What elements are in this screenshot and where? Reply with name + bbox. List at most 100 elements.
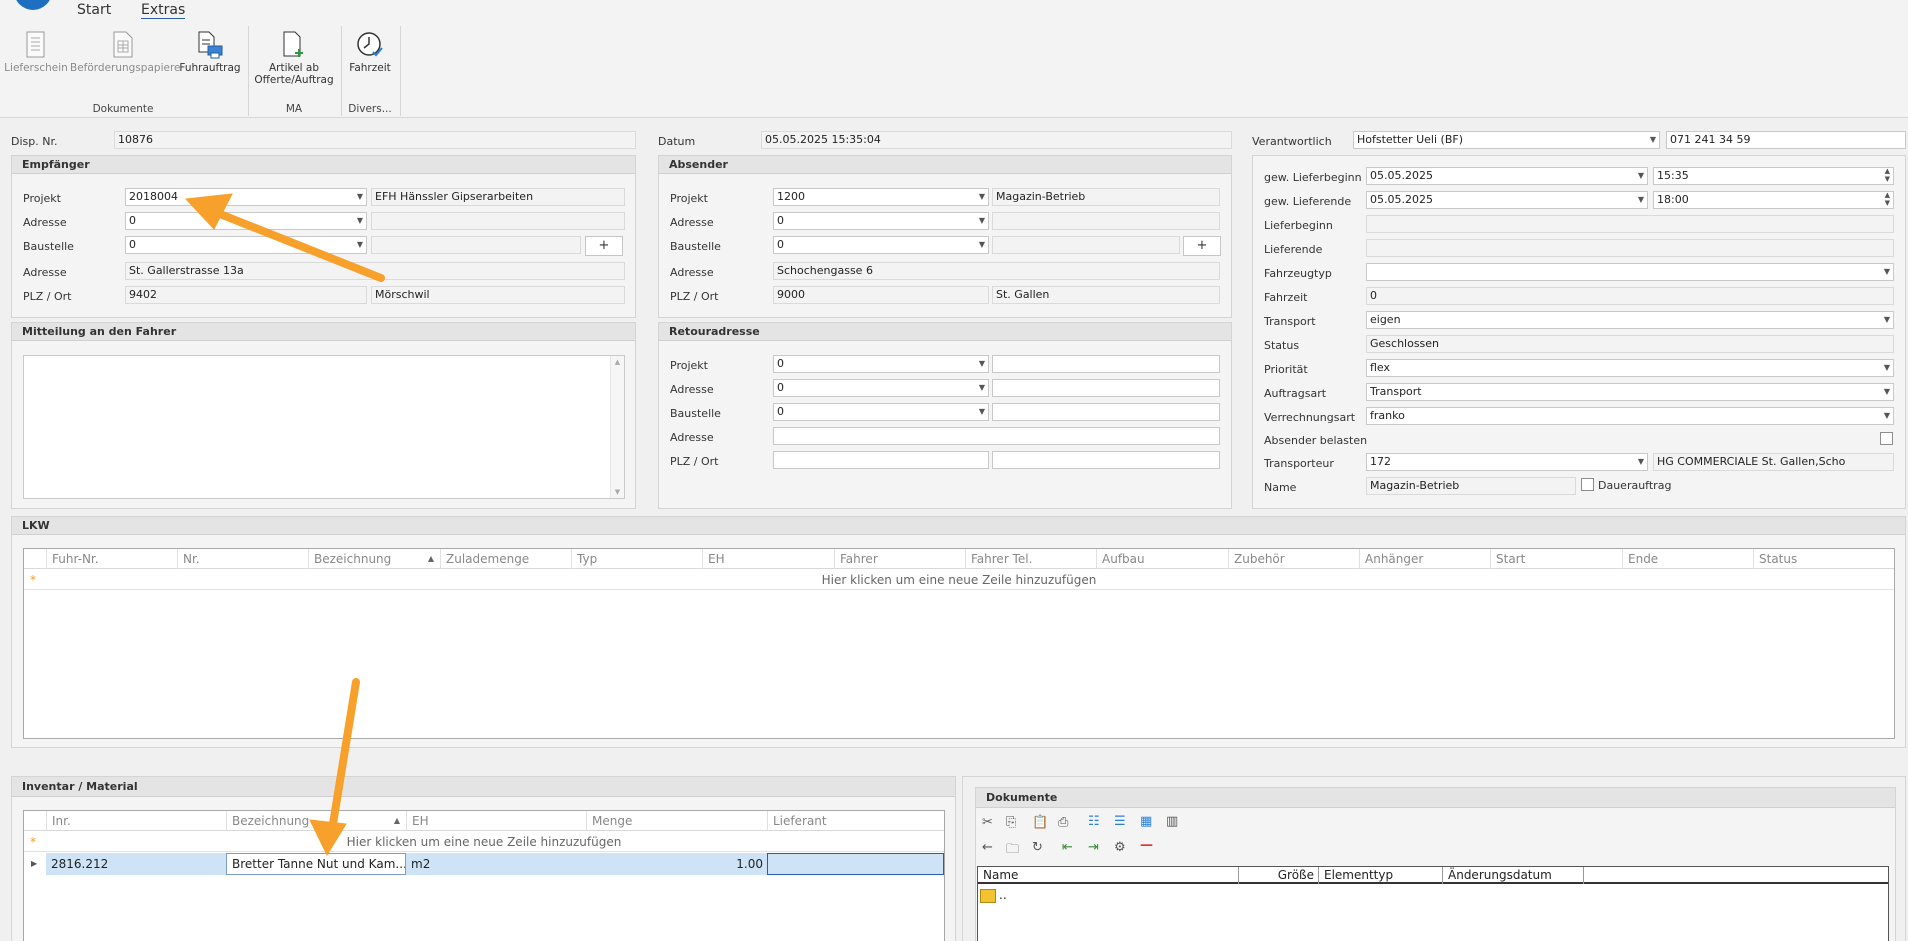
remove-icon[interactable]: — (1140, 838, 1153, 853)
inv-col-lieferant[interactable]: Lieferant (767, 811, 944, 831)
lkw-col-anhaenger[interactable]: Anhänger (1359, 549, 1490, 569)
ret-strasse-field[interactable] (773, 427, 1220, 445)
refresh-icon[interactable]: ↻ (1032, 840, 1043, 855)
transport-select[interactable]: eigen ▼ (1366, 311, 1894, 329)
tab-start[interactable]: Start (77, 2, 111, 18)
lkw-col-eh[interactable]: EH (702, 549, 834, 569)
view-list-icon[interactable]: ☰ (1114, 814, 1126, 829)
spinner-icon[interactable]: ▲ ▼ (1885, 192, 1890, 207)
spinner-icon[interactable]: ▲ ▼ (1885, 168, 1890, 183)
transporteur-select[interactable]: 172 ▼ (1366, 453, 1648, 471)
abs-adresse-select[interactable]: 0 ▼ (773, 212, 989, 230)
row-menge[interactable]: 1.00 (586, 853, 767, 875)
inv-col-bezeichnung[interactable]: Bezeichnung ▲ (226, 811, 406, 831)
view-columns-icon[interactable]: ▥ (1166, 814, 1178, 829)
lkw-col-typ[interactable]: Typ (571, 549, 702, 569)
tab-extras[interactable]: Extras (141, 2, 186, 19)
cut-icon[interactable]: ✂ (982, 815, 993, 830)
auftragsart-select[interactable]: Transport ▼ (1366, 383, 1894, 401)
fahrzeugtyp-select[interactable]: ▼ (1366, 263, 1894, 281)
lkw-col-start[interactable]: Start (1490, 549, 1622, 569)
lkw-col-fahrertel[interactable]: Fahrer Tel. (965, 549, 1096, 569)
mitteilung-textarea[interactable]: ▲ ▼ (23, 355, 625, 499)
inventar-new-row[interactable]: * Hier klicken um eine neue Zeile hinzuzu… (24, 832, 944, 852)
gew-lieferbeginn-time[interactable]: 15:35 ▲ ▼ (1653, 167, 1894, 185)
ret-baustelle-name[interactable] (992, 403, 1220, 421)
lkw-col-zubehoer[interactable]: Zubehör (1228, 549, 1359, 569)
print-icon[interactable]: ⎙ (1058, 815, 1068, 830)
lkw-new-row[interactable]: * Hier klicken um eine neue Zeile hinzuzu… (24, 570, 1894, 590)
ret-adresse-select[interactable]: 0 ▼ (773, 379, 989, 397)
fuhrauftrag-button[interactable]: Fuhrauftrag (178, 31, 242, 74)
absender-belasten-checkbox[interactable] (1880, 432, 1893, 445)
inv-col-eh[interactable]: EH (406, 811, 586, 831)
lkw-col-fahrer[interactable]: Fahrer (834, 549, 965, 569)
group-ma-label: MA (285, 103, 303, 115)
app-logo[interactable] (14, 0, 52, 10)
back-arrow-icon[interactable]: ← (982, 840, 993, 855)
gew-lieferende-date[interactable]: 05.05.2025 ▼ (1366, 191, 1648, 209)
abs-add-baustelle-button[interactable]: + (1183, 236, 1221, 256)
folder-icon[interactable]: 🗀 (1006, 840, 1019, 862)
chevron-down-icon: ▼ (1883, 267, 1890, 276)
ret-ort-field[interactable] (992, 451, 1220, 469)
lkw-grid[interactable]: Fuhr-Nr. Nr. Bezeichnung ▲ Zulademenge Ty… (23, 548, 1895, 739)
row-eh[interactable]: m2 (406, 853, 586, 875)
lkw-col-fuhrnr[interactable]: Fuhr-Nr. (46, 549, 177, 569)
lkw-col-nr[interactable]: Nr. (177, 549, 308, 569)
table-row[interactable]: ▶ 2816.212 Bretter Tanne Nut und Kam... … (24, 853, 944, 875)
dok-col-name[interactable]: Name (978, 867, 1238, 884)
empf-baustelle-select[interactable]: 0 ▼ (125, 236, 367, 254)
inv-col-inr[interactable]: Inr. (46, 811, 226, 831)
ret-projekt-select[interactable]: 0 ▼ (773, 355, 989, 373)
empf-add-baustelle-button[interactable]: + (585, 236, 623, 256)
lieferschein-button[interactable]: Lieferschein (4, 31, 68, 74)
ret-projekt-name[interactable] (992, 355, 1220, 373)
artikel-ab-offerte-button[interactable]: Artikel ab Offerte/Auftrag (252, 31, 336, 86)
datum-field[interactable]: 05.05.2025 15:35:04 (761, 131, 1232, 149)
ret-plz-field[interactable] (773, 451, 989, 469)
gew-lieferbeginn-date[interactable]: 05.05.2025 ▼ (1366, 167, 1648, 185)
ret-baustelle-select[interactable]: 0 ▼ (773, 403, 989, 421)
abs-projekt-select[interactable]: 1200 ▼ (773, 188, 989, 206)
verantwortlich-select[interactable]: Hofstetter Ueli (BF) ▼ (1353, 131, 1660, 149)
row-lieferant[interactable] (767, 853, 944, 875)
dok-col-groesse[interactable]: Größe (1238, 867, 1318, 884)
fahrzeit-button[interactable]: Fahrzeit (344, 31, 396, 74)
list-item[interactable]: .. (980, 888, 1180, 906)
export-icon[interactable]: ⇥ (1088, 840, 1099, 855)
phone-field[interactable]: 071 241 34 59 (1666, 131, 1906, 149)
prioritaet-select[interactable]: flex ▼ (1366, 359, 1894, 377)
dok-col-aenderungsdatum[interactable]: Änderungsdatum (1442, 867, 1584, 884)
dauerauftrag-checkbox[interactable] (1581, 478, 1594, 491)
lkw-col-bezeichnung[interactable]: Bezeichnung ▲ (308, 549, 440, 569)
paste-icon[interactable]: 📋 (1032, 815, 1048, 830)
dok-col-elementtyp[interactable]: Elementtyp (1318, 867, 1442, 884)
empf-adresse-select[interactable]: 0 ▼ (125, 212, 367, 230)
disp-nr-field[interactable]: 10876 (114, 131, 636, 149)
row-inr[interactable]: 2816.212 (46, 853, 226, 875)
chevron-down-icon: ▼ (978, 192, 985, 201)
abs-baustelle-select[interactable]: 0 ▼ (773, 236, 989, 254)
view-details-icon[interactable]: ☷ (1088, 814, 1100, 829)
lkw-col-ende[interactable]: Ende (1622, 549, 1753, 569)
textarea-scrollbar[interactable]: ▲ ▼ (610, 356, 624, 498)
clipboard-settings-icon[interactable]: ⚙ (1114, 840, 1126, 855)
transport-value: eigen (1370, 313, 1401, 326)
import-icon[interactable]: ⇤ (1062, 840, 1073, 855)
transport-label: Transport (1264, 315, 1316, 328)
dokumente-grid[interactable]: Name Größe Elementtyp Änderungsdatum .. (977, 866, 1889, 941)
view-tiles-icon[interactable]: ▦ (1140, 814, 1152, 829)
inv-col-menge[interactable]: Menge (586, 811, 767, 831)
lkw-col-aufbau[interactable]: Aufbau (1096, 549, 1228, 569)
empf-projekt-select[interactable]: 2018004 ▼ (125, 188, 367, 206)
lkw-col-status[interactable]: Status (1753, 549, 1894, 569)
row-bezeichnung[interactable]: Bretter Tanne Nut und Kam... (226, 853, 406, 875)
inventar-grid[interactable]: Inr. Bezeichnung ▲ EH Menge Lieferant * Hi… (23, 810, 945, 941)
ret-adresse-name[interactable] (992, 379, 1220, 397)
befoerderungspapiere-button[interactable]: Beförderungspapiere (70, 31, 181, 74)
copy-icon[interactable]: ⎘ (1006, 815, 1016, 830)
gew-lieferende-time[interactable]: 18:00 ▲ ▼ (1653, 191, 1894, 209)
lkw-col-zulademenge[interactable]: Zulademenge (440, 549, 571, 569)
verrechnungsart-select[interactable]: franko ▼ (1366, 407, 1894, 425)
